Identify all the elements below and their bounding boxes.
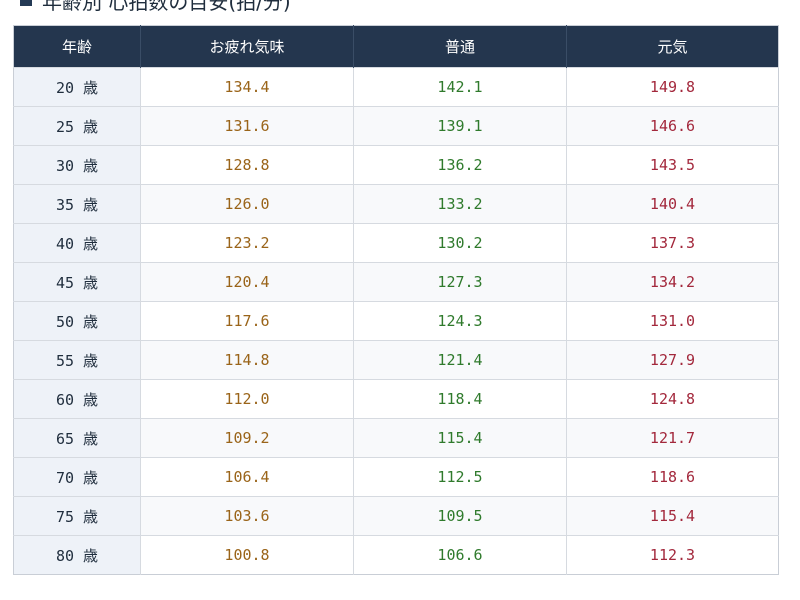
age-cell: 30 歳 bbox=[13, 145, 141, 185]
age-cell: 45 歳 bbox=[13, 262, 141, 302]
normal-value-cell: 109.5 bbox=[353, 496, 567, 536]
table-row: 25 歳 131.6 139.1 146.6 bbox=[13, 106, 779, 146]
tired-value-cell: 131.6 bbox=[140, 106, 354, 146]
age-cell: 70 歳 bbox=[13, 457, 141, 497]
normal-value-cell: 130.2 bbox=[353, 223, 567, 263]
tired-value-cell: 106.4 bbox=[140, 457, 354, 497]
normal-value-cell: 136.2 bbox=[353, 145, 567, 185]
section-heading: 年齢別 心拍数の目安(拍/分) bbox=[20, 0, 291, 14]
age-cell: 75 歳 bbox=[13, 496, 141, 536]
genki-value-cell: 149.8 bbox=[566, 67, 779, 107]
heart-rate-table: 年齢 お疲れ気味 普通 元気 20 歳 134.4 142.1 149.8 25 歳 13… bbox=[13, 25, 779, 575]
tired-value-cell: 120.4 bbox=[140, 262, 354, 302]
age-cell: 80 歳 bbox=[13, 535, 141, 575]
genki-value-cell: 146.6 bbox=[566, 106, 779, 146]
age-cell: 65 歳 bbox=[13, 418, 141, 458]
normal-value-cell: 118.4 bbox=[353, 379, 567, 419]
table-row: 45 歳 120.4 127.3 134.2 bbox=[13, 262, 779, 302]
tired-value-cell: 112.0 bbox=[140, 379, 354, 419]
table-row: 40 歳 123.2 130.2 137.3 bbox=[13, 223, 779, 263]
genki-value-cell: 134.2 bbox=[566, 262, 779, 302]
tired-value-cell: 114.8 bbox=[140, 340, 354, 380]
heading-title: 年齢別 心拍数の目安(拍/分) bbox=[42, 0, 291, 14]
age-cell: 55 歳 bbox=[13, 340, 141, 380]
genki-value-cell: 115.4 bbox=[566, 496, 779, 536]
table-row: 60 歳 112.0 118.4 124.8 bbox=[13, 379, 779, 419]
genki-value-cell: 143.5 bbox=[566, 145, 779, 185]
genki-value-cell: 140.4 bbox=[566, 184, 779, 224]
header-normal: 普通 bbox=[353, 25, 567, 68]
tired-value-cell: 128.8 bbox=[140, 145, 354, 185]
normal-value-cell: 106.6 bbox=[353, 535, 567, 575]
table-row: 70 歳 106.4 112.5 118.6 bbox=[13, 457, 779, 497]
table-row: 55 歳 114.8 121.4 127.9 bbox=[13, 340, 779, 380]
normal-value-cell: 115.4 bbox=[353, 418, 567, 458]
genki-value-cell: 124.8 bbox=[566, 379, 779, 419]
tired-value-cell: 100.8 bbox=[140, 535, 354, 575]
table-row: 75 歳 103.6 109.5 115.4 bbox=[13, 496, 779, 536]
table-row: 30 歳 128.8 136.2 143.5 bbox=[13, 145, 779, 185]
normal-value-cell: 112.5 bbox=[353, 457, 567, 497]
tired-value-cell: 123.2 bbox=[140, 223, 354, 263]
tired-value-cell: 103.6 bbox=[140, 496, 354, 536]
normal-value-cell: 127.3 bbox=[353, 262, 567, 302]
genki-value-cell: 121.7 bbox=[566, 418, 779, 458]
header-genki: 元気 bbox=[566, 25, 779, 68]
age-cell: 40 歳 bbox=[13, 223, 141, 263]
genki-value-cell: 118.6 bbox=[566, 457, 779, 497]
normal-value-cell: 133.2 bbox=[353, 184, 567, 224]
genki-value-cell: 127.9 bbox=[566, 340, 779, 380]
age-cell: 35 歳 bbox=[13, 184, 141, 224]
tired-value-cell: 109.2 bbox=[140, 418, 354, 458]
normal-value-cell: 139.1 bbox=[353, 106, 567, 146]
genki-value-cell: 112.3 bbox=[566, 535, 779, 575]
age-cell: 50 歳 bbox=[13, 301, 141, 341]
table-body: 20 歳 134.4 142.1 149.8 25 歳 131.6 139.1 146.6 30… bbox=[13, 67, 779, 575]
table-row: 80 歳 100.8 106.6 112.3 bbox=[13, 535, 779, 575]
header-age: 年齢 bbox=[13, 25, 141, 68]
tired-value-cell: 117.6 bbox=[140, 301, 354, 341]
table-row: 50 歳 117.6 124.3 131.0 bbox=[13, 301, 779, 341]
header-tired: お疲れ気味 bbox=[140, 25, 354, 68]
age-cell: 20 歳 bbox=[13, 67, 141, 107]
normal-value-cell: 121.4 bbox=[353, 340, 567, 380]
table-row: 65 歳 109.2 115.4 121.7 bbox=[13, 418, 779, 458]
table-header: 年齢 お疲れ気味 普通 元気 bbox=[13, 25, 779, 68]
heading-square-icon bbox=[20, 0, 32, 6]
tired-value-cell: 134.4 bbox=[140, 67, 354, 107]
normal-value-cell: 124.3 bbox=[353, 301, 567, 341]
table-row: 20 歳 134.4 142.1 149.8 bbox=[13, 67, 779, 107]
heart-rate-table-container: 年齢 お疲れ気味 普通 元気 20 歳 134.4 142.1 149.8 25 歳 13… bbox=[13, 25, 779, 575]
age-cell: 25 歳 bbox=[13, 106, 141, 146]
header-row: 年齢 お疲れ気味 普通 元気 bbox=[13, 25, 779, 68]
age-cell: 60 歳 bbox=[13, 379, 141, 419]
tired-value-cell: 126.0 bbox=[140, 184, 354, 224]
genki-value-cell: 137.3 bbox=[566, 223, 779, 263]
genki-value-cell: 131.0 bbox=[566, 301, 779, 341]
table-row: 35 歳 126.0 133.2 140.4 bbox=[13, 184, 779, 224]
normal-value-cell: 142.1 bbox=[353, 67, 567, 107]
